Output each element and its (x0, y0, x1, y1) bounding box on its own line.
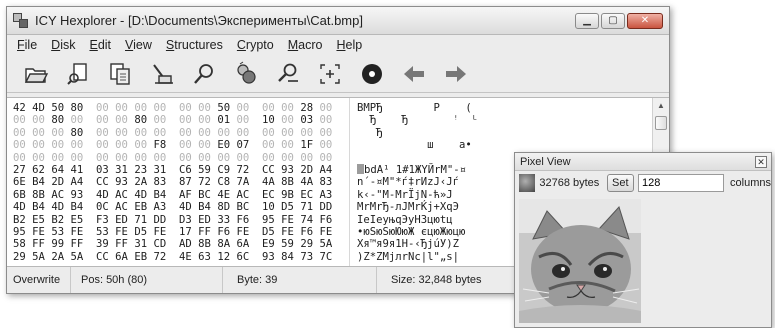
pixel-view-title-bar[interactable]: Pixel View ✕ (515, 153, 771, 171)
menu-structures[interactable]: Structures (166, 38, 223, 52)
copy-document-icon[interactable] (105, 59, 135, 89)
thumbnail-icon (519, 174, 536, 192)
menu-macro[interactable]: Macro (288, 38, 323, 52)
scroll-up-arrow-icon[interactable]: ▲ (653, 98, 669, 114)
close-button[interactable]: ✕ (627, 12, 663, 29)
goto-offset-icon[interactable] (315, 59, 345, 89)
text-row[interactable]: Ђ Ђ ꜝ ᴸ (357, 114, 647, 126)
disk-icon[interactable] (357, 59, 387, 89)
clear-icon[interactable] (147, 59, 177, 89)
columns-label: columns (730, 177, 771, 189)
pane-divider (349, 98, 350, 268)
find-file-icon[interactable] (63, 59, 93, 89)
replace-icon[interactable] (273, 59, 303, 89)
toolbar (7, 55, 669, 93)
columns-input[interactable] (638, 174, 725, 192)
menu-disk[interactable]: Disk (51, 38, 75, 52)
menu-bar: File Disk Edit View Structures Crypto Macro Hel… (7, 35, 669, 55)
menu-view[interactable]: View (125, 38, 152, 52)
pixel-view-controls: 32768 bytes Set columns (515, 171, 771, 195)
window-title: ICY Hexplorer - [D:\Documents\Эксперимен… (35, 13, 363, 28)
menu-file[interactable]: File (17, 38, 37, 52)
hex-row[interactable]: 29 5A 2A 5A CC 6A EB 72 4E 63 12 6C 93 8… (13, 251, 353, 263)
hex-row[interactable]: 6E B4 2D A4 CC 93 2A 83 87 72 C8 7A 4A 8… (13, 176, 353, 188)
text-row[interactable]: Ђ (357, 127, 647, 139)
status-mode: Overwrite (7, 267, 71, 293)
hex-row[interactable]: 42 4D 50 80 00 00 00 00 00 00 50 00 00 0… (13, 102, 353, 114)
hex-pane[interactable]: 42 4D 50 80 00 00 00 00 00 00 50 00 00 0… (13, 102, 353, 263)
text-cursor (357, 163, 364, 174)
hex-row[interactable]: 27 62 64 41 03 31 23 31 C6 59 C9 72 CC 9… (13, 164, 353, 176)
pixel-view-window: Pixel View ✕ 32768 bytes Set columns (514, 152, 772, 328)
menu-edit[interactable]: Edit (89, 38, 111, 52)
pixel-view-bytes: 32768 bytes (539, 177, 600, 189)
hex-row[interactable]: B2 E5 B2 E5 F3 ED 71 DD D3 ED 33 F6 95 F… (13, 214, 353, 226)
hex-row[interactable]: 6B 8B AC 93 4D AC 4D B4 AF BC 4E AC EC 9… (13, 189, 353, 201)
title-bar[interactable]: ICY Hexplorer - [D:\Documents\Эксперимен… (7, 7, 669, 35)
back-arrow-icon[interactable] (399, 59, 429, 89)
open-folder-icon[interactable] (21, 59, 51, 89)
hex-row[interactable]: 58 FF 99 FF 39 FF 31 CD AD 8B 8A 6A E9 5… (13, 238, 353, 250)
minimize-button[interactable]: ▁ (575, 12, 599, 29)
status-position: Pos: 50h (80) (71, 267, 223, 293)
scroll-thumb[interactable] (655, 116, 667, 130)
search-icon[interactable] (189, 59, 219, 89)
pixel-view-image (519, 199, 641, 323)
hex-row[interactable]: 00 00 00 00 00 00 00 F8 00 00 E0 07 00 0… (13, 139, 353, 151)
menu-crypto[interactable]: Crypto (237, 38, 274, 52)
hex-row[interactable]: 00 00 00 80 00 00 00 00 00 00 00 00 00 0… (13, 127, 353, 139)
hex-row[interactable]: 4D B4 4D B4 0C AC EB A3 4D B4 8D BC 10 D… (13, 201, 353, 213)
pixel-view-title: Pixel View (520, 155, 571, 168)
menu-help[interactable]: Help (336, 38, 362, 52)
forward-arrow-icon[interactable] (441, 59, 471, 89)
text-row[interactable]: BMPЂ P ( (357, 102, 647, 114)
maximize-button[interactable]: ▢ (601, 12, 625, 29)
text-row[interactable]: ш а• (357, 139, 647, 151)
hex-row[interactable]: 00 00 80 00 00 00 80 00 00 00 01 00 10 0… (13, 114, 353, 126)
set-button[interactable]: Set (606, 174, 635, 192)
compare-icon[interactable] (231, 59, 261, 89)
hex-row[interactable]: 00 00 00 00 00 00 00 00 00 00 00 00 00 0… (13, 152, 353, 164)
status-byte: Byte: 39 (223, 267, 377, 293)
app-icon (13, 12, 29, 29)
hex-row[interactable]: 95 FE 53 FE 53 FE D5 FE 17 FF F6 FE D5 F… (13, 226, 353, 238)
pixel-view-close-icon[interactable]: ✕ (755, 155, 767, 168)
